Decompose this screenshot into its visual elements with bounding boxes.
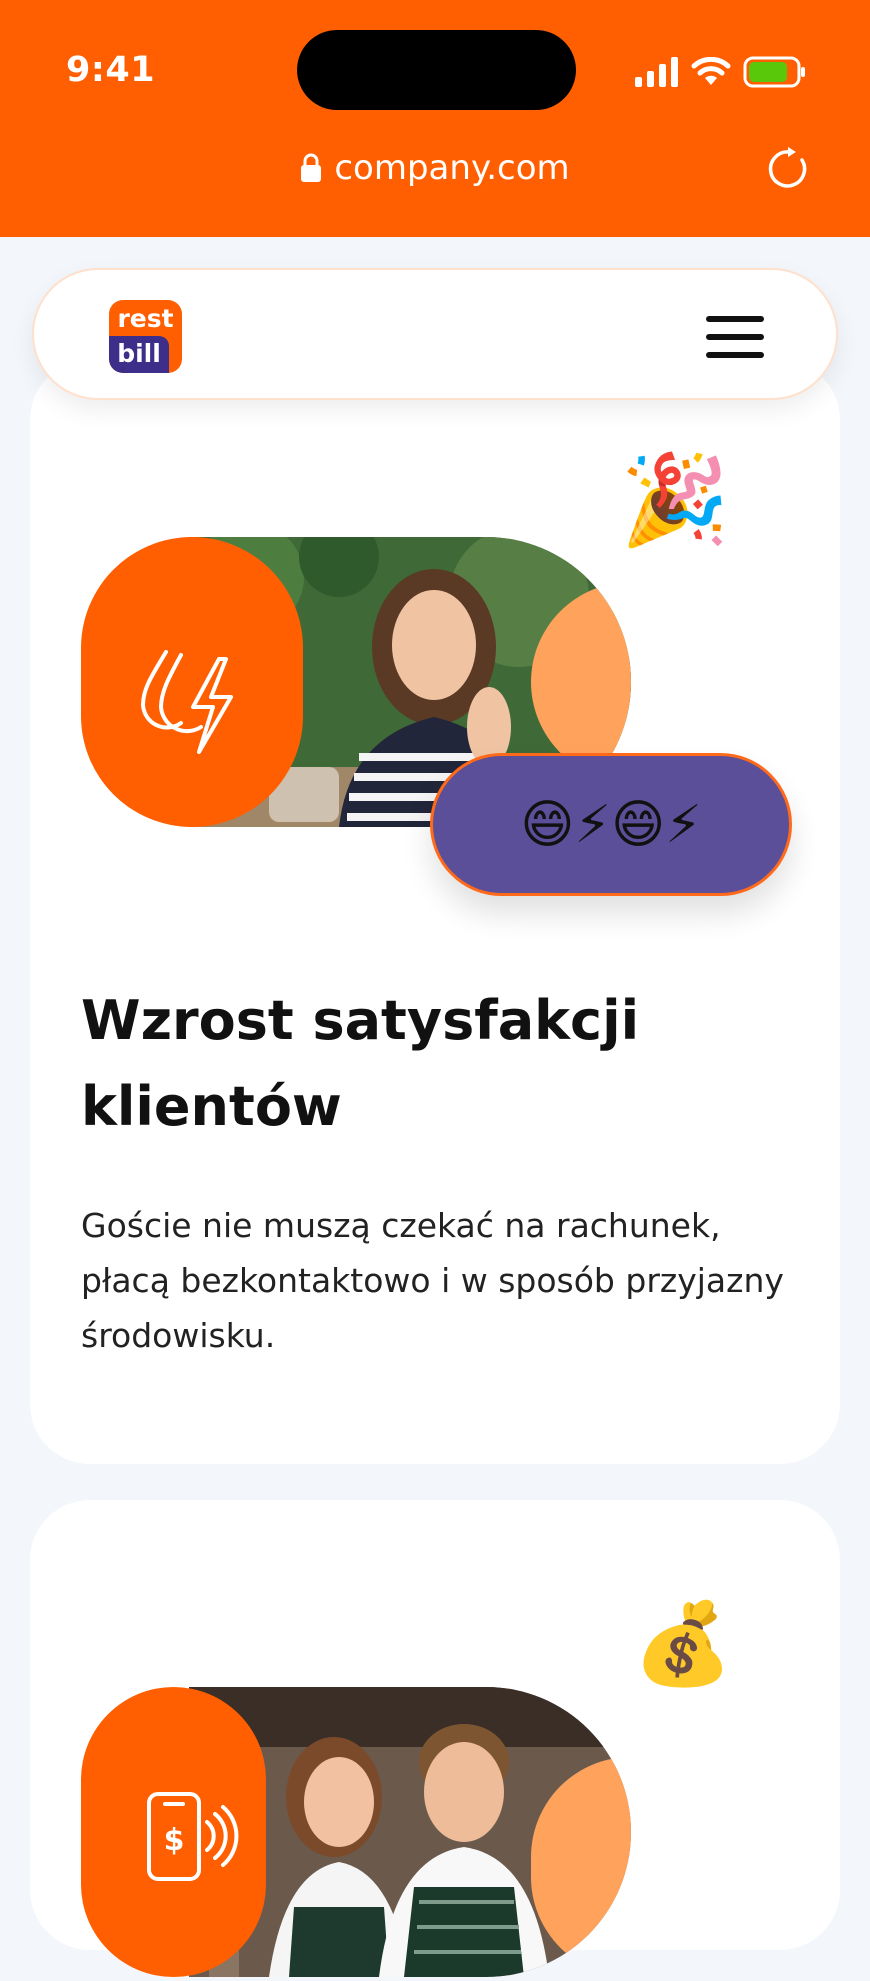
- icon-circle: $: [81, 1687, 266, 1977]
- status-time: 9:41: [66, 50, 156, 90]
- dynamic-island: [297, 30, 576, 110]
- status-icons: [635, 55, 807, 89]
- money-bag-emoji: 💰: [633, 1597, 733, 1690]
- svg-text:$: $: [164, 1823, 185, 1858]
- phone-dollar-contactless-icon: $: [147, 1792, 239, 1881]
- site-header: rest bill: [32, 268, 838, 400]
- menu-button[interactable]: [706, 316, 764, 358]
- address-bar[interactable]: company.com: [0, 148, 870, 192]
- feature-title: Wzrost satysfakcji klientów: [81, 989, 640, 1138]
- feature-hero: $: [81, 1687, 631, 1977]
- lightning-drop-icon: [140, 650, 233, 754]
- signal-icon: [635, 57, 678, 87]
- wifi-icon: [691, 57, 731, 85]
- feature-card: 💰 $: [30, 1500, 840, 1977]
- party-popper-emoji: 🎉: [620, 448, 730, 551]
- menu-icon: [706, 316, 764, 322]
- url-text: company.com: [334, 148, 570, 188]
- icon-circle: [81, 537, 303, 827]
- restbill-logo[interactable]: rest bill: [109, 300, 182, 373]
- battery-icon: [743, 56, 805, 88]
- browser-top-bar: 9:41 company.com: [0, 0, 870, 237]
- lock-icon: [301, 153, 322, 182]
- feature-card: 🎉 😄⚡😄⚡ Wzrost satysfakcji klientów Gości…: [30, 360, 840, 1464]
- reload-icon[interactable]: [766, 146, 812, 192]
- reaction-bubble: 😄⚡😄⚡: [430, 753, 792, 896]
- feature-description: Goście nie muszą czekać na rachunek, pła…: [81, 1206, 784, 1355]
